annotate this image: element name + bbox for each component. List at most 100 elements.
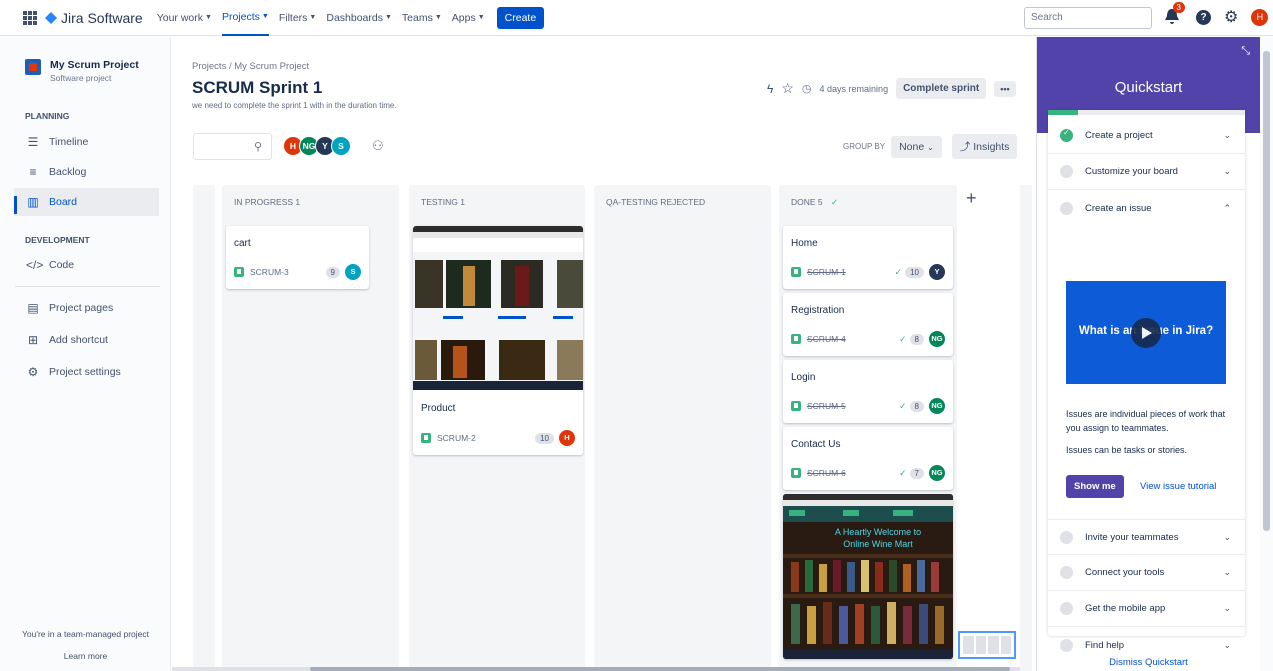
project-type: Software project bbox=[50, 73, 112, 83]
sidebar-item-board[interactable]: ▥ Board bbox=[14, 188, 159, 216]
card-scrum-3[interactable]: cart SCRUM-3 9 S bbox=[226, 226, 369, 289]
gear-icon: ⚙ bbox=[27, 365, 39, 379]
lightning-icon[interactable]: ϟ bbox=[767, 82, 773, 96]
page-title: SCRUM Sprint 1 bbox=[192, 78, 323, 97]
sidebar-item-timeline[interactable]: ☰ Timeline bbox=[14, 128, 159, 156]
product-name: Jira Software bbox=[61, 9, 143, 26]
card-scrum-5[interactable]: Login SCRUM-5 ✓ 8 NG bbox=[783, 360, 953, 423]
play-icon[interactable] bbox=[1131, 318, 1161, 348]
sidebar-item-code[interactable]: </> Code bbox=[14, 251, 159, 279]
nav-projects[interactable]: Projects ▼ bbox=[221, 0, 269, 36]
horizontal-scrollbar[interactable] bbox=[172, 667, 1020, 671]
card-scrum-4[interactable]: Registration SCRUM-4 ✓ 8 NG bbox=[783, 293, 953, 356]
story-points: 9 bbox=[325, 266, 340, 278]
card-scrum-1[interactable]: Home SCRUM-1 ✓ 10 Y bbox=[783, 226, 953, 289]
assignee-avatar: S bbox=[345, 264, 361, 280]
card-scrum-6[interactable]: Contact Us SCRUM-6 ✓ 7 NG bbox=[783, 427, 953, 490]
group-by-value: None bbox=[899, 140, 925, 153]
scroll-thumb[interactable] bbox=[310, 667, 1010, 671]
check-icon: ✓ bbox=[831, 197, 839, 207]
board-search-input[interactable]: ⚲ bbox=[193, 133, 272, 160]
create-button[interactable]: Create bbox=[496, 6, 545, 29]
circle-icon bbox=[1060, 638, 1073, 652]
insights-button[interactable]: ⤴ Insights bbox=[951, 134, 1018, 159]
board-main: Projects / My Scrum Project SCRUM Sprint… bbox=[172, 37, 1032, 671]
sidebar-item-backlog[interactable]: ≡ Backlog bbox=[14, 158, 159, 186]
sidebar-item-label: Timeline bbox=[49, 136, 89, 148]
add-column-icon[interactable]: + bbox=[966, 188, 977, 209]
wine-mart-welcome-text: A Heartly Welcome to Online Wine Mart bbox=[834, 527, 922, 549]
sidebar-item-project-pages[interactable]: ▤ Project pages bbox=[14, 294, 159, 322]
qs-item-create-issue[interactable]: Create an issue ⌃ bbox=[1048, 190, 1245, 226]
card-title: Registration bbox=[791, 305, 845, 316]
column-in-progress: IN PROGRESS 1 cart SCRUM-3 9 S bbox=[222, 185, 399, 671]
card-title: Home bbox=[791, 238, 818, 249]
clock-icon: ◷ bbox=[801, 83, 812, 95]
column-done: DONE 5 ✓ Home SCRUM-1 ✓ 10 Y Registratio… bbox=[779, 185, 957, 671]
qs-item-invite-teammates[interactable]: Invite your teammates ⌄ bbox=[1048, 519, 1245, 555]
more-actions-button[interactable]: ••• bbox=[994, 80, 1016, 97]
group-by-select[interactable]: None ⌄ bbox=[891, 135, 942, 158]
card-title: Contact Us bbox=[791, 439, 841, 450]
issue-video[interactable]: What is an issue in Jira? bbox=[1066, 281, 1226, 384]
page-scrollbar[interactable] bbox=[1260, 37, 1273, 671]
nav-filters[interactable]: Filters ▼ bbox=[279, 0, 317, 36]
notifications-button[interactable]: 3 bbox=[1163, 2, 1185, 27]
product-page-screenshot bbox=[413, 226, 583, 390]
development-heading: DEVELOPMENT bbox=[25, 235, 90, 245]
nav-label: Dashboards bbox=[326, 11, 383, 24]
check-circle-icon bbox=[1060, 128, 1073, 142]
chevron-down-icon: ▼ bbox=[384, 14, 392, 21]
column-title: IN PROGRESS 1 bbox=[234, 197, 301, 207]
qs-item-label: Find help bbox=[1085, 639, 1125, 651]
issue-types-text: Issues can be tasks or stories. bbox=[1066, 445, 1188, 455]
avatar-s[interactable]: S bbox=[331, 136, 351, 156]
card-scrum-2[interactable]: Product SCRUM-2 10 H bbox=[413, 226, 583, 455]
complete-sprint-button[interactable]: Complete sprint bbox=[896, 78, 987, 99]
qs-item-connect-tools[interactable]: Connect your tools ⌄ bbox=[1048, 555, 1245, 591]
show-me-button[interactable]: Show me bbox=[1066, 475, 1124, 498]
jira-logo[interactable]: Jira Software bbox=[45, 10, 143, 26]
chevron-down-icon: ⌄ bbox=[1223, 567, 1231, 577]
view-tutorial-link[interactable]: View issue tutorial bbox=[1140, 481, 1216, 492]
nav-teams[interactable]: Teams ▼ bbox=[402, 0, 442, 36]
circle-icon bbox=[1060, 530, 1073, 544]
collapse-icon[interactable]: ⤡ bbox=[1241, 45, 1250, 58]
board-minimap[interactable] bbox=[958, 631, 1016, 659]
user-avatar[interactable]: H bbox=[1251, 8, 1269, 26]
column-title: DONE 5 ✓ bbox=[791, 197, 838, 208]
assignee-avatar: NG bbox=[929, 398, 945, 414]
add-people-icon[interactable]: ⚇ bbox=[372, 138, 384, 154]
vertical-scrollbar[interactable] bbox=[1020, 185, 1032, 671]
qs-item-customize-board[interactable]: Customize your board ⌄ bbox=[1048, 154, 1245, 190]
settings-gear-icon[interactable]: ⚙ bbox=[1224, 7, 1238, 27]
column-partial bbox=[193, 185, 215, 671]
help-icon[interactable]: ? bbox=[1196, 9, 1211, 25]
sidebar-item-project-settings[interactable]: ⚙ Project settings bbox=[14, 358, 159, 386]
project-name: My Scrum Project bbox=[50, 59, 139, 71]
star-icon[interactable]: ☆ bbox=[781, 80, 794, 97]
breadcrumb[interactable]: Projects / My Scrum Project bbox=[192, 61, 309, 72]
search-input[interactable]: Search bbox=[1024, 7, 1152, 29]
scroll-thumb[interactable] bbox=[1263, 51, 1270, 531]
nav-apps[interactable]: Apps ▼ bbox=[452, 0, 485, 36]
app-switcher-icon[interactable] bbox=[23, 10, 37, 25]
nav-dashboards[interactable]: Dashboards ▼ bbox=[326, 0, 392, 36]
nav-your-work[interactable]: Your work ▼ bbox=[157, 0, 212, 36]
qs-item-create-project[interactable]: Create a project ⌄ bbox=[1048, 118, 1245, 154]
nav-label: Apps bbox=[451, 11, 476, 24]
qs-item-mobile-app[interactable]: Get the mobile app ⌄ bbox=[1048, 591, 1245, 627]
card-attachment[interactable]: A Heartly Welcome to Online Wine Mart bbox=[783, 494, 953, 659]
assignee-avatar: H bbox=[559, 430, 575, 446]
group-by-label: GROUP BY bbox=[843, 142, 886, 151]
issue-key: SCRUM-1 bbox=[807, 267, 846, 277]
story-icon bbox=[791, 334, 801, 344]
project-header[interactable]: My Scrum Project Software project bbox=[25, 59, 139, 83]
code-icon: </> bbox=[26, 258, 44, 272]
sidebar-item-add-shortcut[interactable]: ⊞ Add shortcut bbox=[14, 326, 159, 354]
dismiss-quickstart-link[interactable]: Dismiss Quickstart bbox=[1037, 657, 1260, 668]
learn-more-link[interactable]: Learn more bbox=[0, 651, 171, 661]
circle-icon bbox=[1060, 602, 1073, 615]
chevron-down-icon: ⌄ bbox=[927, 142, 934, 152]
chevron-down-icon: ⌄ bbox=[1223, 603, 1231, 613]
